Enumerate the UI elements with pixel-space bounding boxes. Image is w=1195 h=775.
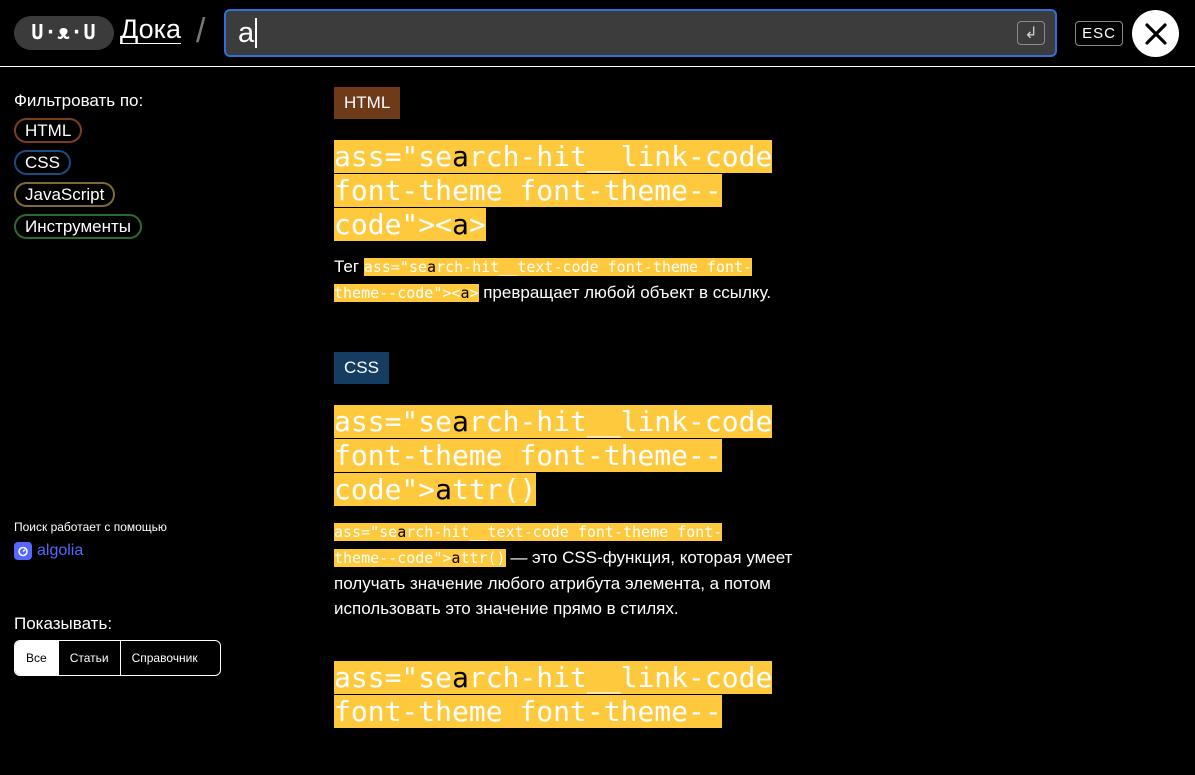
filter-tag-label: CSS: [25, 153, 60, 172]
show-reference-option[interactable]: Справочник: [121, 641, 209, 675]
desc-text: — это CSS-функция, которая умеет: [505, 548, 793, 567]
filter-tag-label: JavaScript: [25, 185, 105, 204]
algolia-icon: [14, 542, 32, 560]
title-line: ass="search-hit__link-code: [334, 405, 773, 438]
site-name-link[interactable]: Дока: [120, 14, 181, 45]
search-input[interactable]: a ↲: [224, 9, 1057, 57]
show-type-toggle: Все Статьи Справочник: [14, 640, 221, 676]
title-text: font-theme font-theme--: [334, 439, 722, 472]
title-line: font-theme font-theme--: [334, 174, 722, 207]
title-line: font-theme font-theme--: [334, 695, 722, 728]
close-icon: [1144, 22, 1167, 45]
title-text: code"><: [334, 208, 453, 241]
title-hit: a: [452, 661, 469, 694]
desc-text: превращает любой объект в ссылку.: [478, 283, 772, 302]
title-text: >: [468, 208, 486, 241]
title-text: ass="se: [334, 140, 453, 173]
title-text: ttr(): [452, 473, 537, 506]
title-text: code">: [334, 473, 436, 506]
search-results: HTML ass="search-hit__link-code font-the…: [334, 87, 874, 775]
search-result: HTML ass="search-hit__link-code font-the…: [334, 87, 874, 306]
show-articles-option[interactable]: Статьи: [59, 641, 121, 675]
filter-tag-tools[interactable]: Инструменты: [14, 214, 143, 239]
title-hit: a: [435, 473, 453, 506]
enter-key-icon[interactable]: ↲: [1017, 21, 1045, 45]
title-text: ass="se: [334, 661, 453, 694]
search-result: CSS ass="search-hit__link-code font-them…: [334, 352, 874, 621]
title-text: font-theme font-theme--: [334, 695, 722, 728]
search-input-value[interactable]: a: [238, 18, 254, 48]
breadcrumb-separator: /: [196, 12, 206, 50]
title-hit: a: [452, 208, 469, 241]
filter-tag-html[interactable]: HTML: [14, 118, 83, 143]
title-text: font-theme font-theme--: [334, 174, 722, 207]
filter-tag-javascript[interactable]: JavaScript: [14, 182, 116, 207]
title-hit: a: [452, 140, 469, 173]
desc-code: ass="search-hit__text-code font-theme fo…: [363, 258, 753, 276]
text-caret: [255, 18, 258, 48]
algolia-note: Поиск работает с помощью: [14, 520, 167, 534]
result-title-link[interactable]: ass="search-hit__link-code font-theme fo…: [334, 140, 794, 242]
result-title-link[interactable]: ass="search-hit__link-code font-theme fo…: [334, 661, 794, 729]
desc-code: ass="search-hit__text-code font-theme fo…: [334, 523, 723, 541]
desc-code: theme--code"><a>: [334, 284, 479, 302]
title-line: ass="search-hit__link-code: [334, 140, 773, 173]
desc-text: Тег: [334, 257, 364, 276]
algolia-label: algolia: [37, 542, 84, 559]
category-badge: CSS: [334, 352, 389, 384]
filter-title: Фильтровать по:: [14, 91, 144, 110]
filter-tag-label: Инструменты: [25, 217, 132, 236]
title-line: code"><a>: [334, 208, 486, 241]
filter-tag-css[interactable]: CSS: [14, 150, 71, 175]
doka-logo[interactable]: U·ᴥ·U: [14, 16, 114, 50]
esc-key-hint[interactable]: ESC: [1075, 21, 1123, 46]
title-text: rch-hit__link-code: [468, 405, 773, 438]
algolia-link[interactable]: algolia: [14, 542, 83, 560]
title-line: ass="search-hit__link-code: [334, 661, 773, 694]
search-header: U·ᴥ·U Дока / a ↲ ESC: [0, 0, 1195, 67]
title-text: rch-hit__link-code: [468, 661, 773, 694]
desc-code: theme--code">attr(): [334, 549, 506, 567]
title-line: font-theme font-theme--: [334, 439, 722, 472]
title-line: code">attr(): [334, 473, 537, 506]
result-description: ass="search-hit__text-code font-theme fo…: [334, 519, 854, 621]
category-badge: HTML: [334, 87, 401, 119]
search-result: ass="search-hit__link-code font-theme fo…: [334, 661, 874, 729]
show-all-option[interactable]: Все: [15, 641, 59, 675]
show-title: Показывать:: [14, 614, 113, 633]
desc-text: использовать это значение прямо в стилях…: [334, 599, 679, 618]
result-title-link[interactable]: ass="search-hit__link-code font-theme fo…: [334, 405, 794, 507]
filter-tag-label: HTML: [25, 121, 72, 140]
title-text: rch-hit__link-code: [468, 140, 773, 173]
result-description: Тег ass="search-hit__text-code font-them…: [334, 254, 854, 306]
desc-text: получать значение любого атрибута элемен…: [334, 574, 771, 593]
close-search-button[interactable]: [1132, 10, 1179, 57]
title-text: ass="se: [334, 405, 453, 438]
title-hit: a: [452, 405, 469, 438]
